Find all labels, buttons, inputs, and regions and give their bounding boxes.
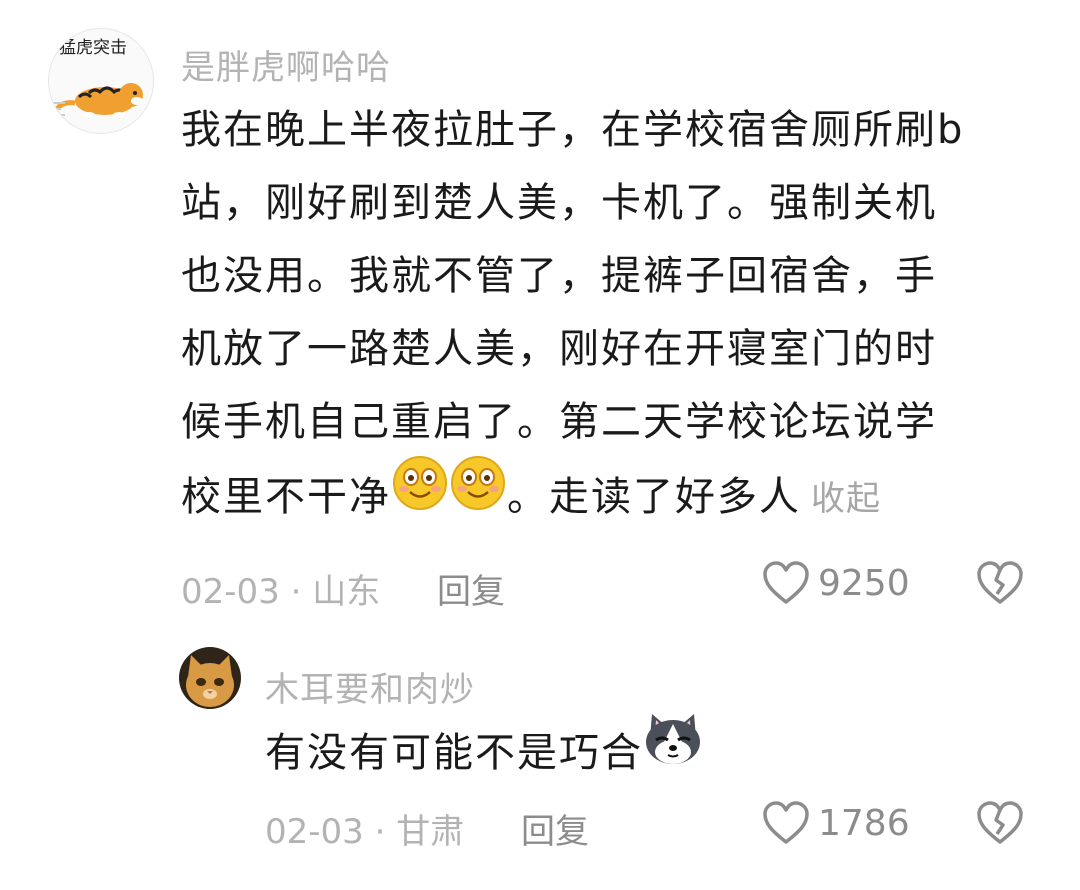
reply-text: 有没有可能不是巧合 xyxy=(265,730,643,776)
comment-body: 我在晚上半夜拉肚子，在学校宿舍厕所刷b 站，刚好刷到楚人美，卡机了。强制关机 也… xyxy=(181,94,1041,532)
collapse-link[interactable]: 收起 xyxy=(811,479,881,519)
dislike-button[interactable] xyxy=(976,800,1024,850)
comment-line: 也没用。我就不管了，提裤子回宿舍，手 xyxy=(181,253,937,299)
reply-date-location: 02-03 · 甘肃 xyxy=(265,812,465,852)
comment-username[interactable]: 是胖虎啊哈哈 xyxy=(181,40,391,89)
reply-line: 有没有可能不是巧合 xyxy=(265,714,1045,789)
user-avatar[interactable] xyxy=(179,647,241,709)
reply-button[interactable]: 回复 xyxy=(437,564,505,613)
smile-emoji-icon xyxy=(450,455,506,535)
reply-body: 有没有可能不是巧合 xyxy=(265,714,1045,789)
comment-line: 站，刚好刷到楚人美，卡机了。强制关机 xyxy=(181,180,937,226)
heart-icon xyxy=(763,561,809,604)
dislike-button[interactable] xyxy=(976,560,1024,610)
smile-emoji-icon xyxy=(392,455,448,535)
user-avatar[interactable]: 猛虎突击 xyxy=(48,28,154,134)
comment-text-segment: 校里不干净 xyxy=(181,474,391,520)
broken-heart-icon xyxy=(977,561,1023,604)
like-count: 1786 xyxy=(818,802,910,844)
reply-username[interactable]: 木耳要和肉炒 xyxy=(265,662,475,711)
like-button[interactable]: 1786 xyxy=(762,800,910,846)
avatar-caption: 猛虎突击 xyxy=(59,38,127,58)
husky-emoji-icon xyxy=(644,712,702,790)
comment-text-segment: 。走读了好多人 xyxy=(507,474,801,520)
comment-line: 我在晚上半夜拉肚子，在学校宿舍厕所刷b xyxy=(181,107,965,153)
comment-item: 猛虎突击 是胖虎啊哈哈 我在晚上半夜拉肚子，在学校宿舍厕所刷b 站，刚好刷到楚人… xyxy=(0,0,1080,630)
reply-button[interactable]: 回复 xyxy=(521,804,589,853)
comment-thread: 猛虎突击 是胖虎啊哈哈 我在晚上半夜拉肚子，在学校宿舍厕所刷b 站，刚好刷到楚人… xyxy=(0,0,1080,890)
like-button[interactable]: 9250 xyxy=(762,560,910,606)
heart-icon xyxy=(763,801,809,844)
comment-line: 机放了一路楚人美，刚好在开寝室门的时 xyxy=(181,326,937,372)
comment-line-last: 校里不干净 。走读了好多人 收起 xyxy=(181,456,1041,532)
comment-date-location: 02-03 · 山东 xyxy=(181,572,381,612)
like-count: 9250 xyxy=(818,562,910,604)
comment-line: 候手机自己重启了。第二天学校论坛说学 xyxy=(181,399,937,445)
cat-avatar-icon xyxy=(179,647,241,709)
reply-item: 木耳要和肉炒 有没有可能不是巧合 02-03 · 甘肃 回复 1786 xyxy=(0,630,1080,890)
broken-heart-icon xyxy=(977,801,1023,844)
